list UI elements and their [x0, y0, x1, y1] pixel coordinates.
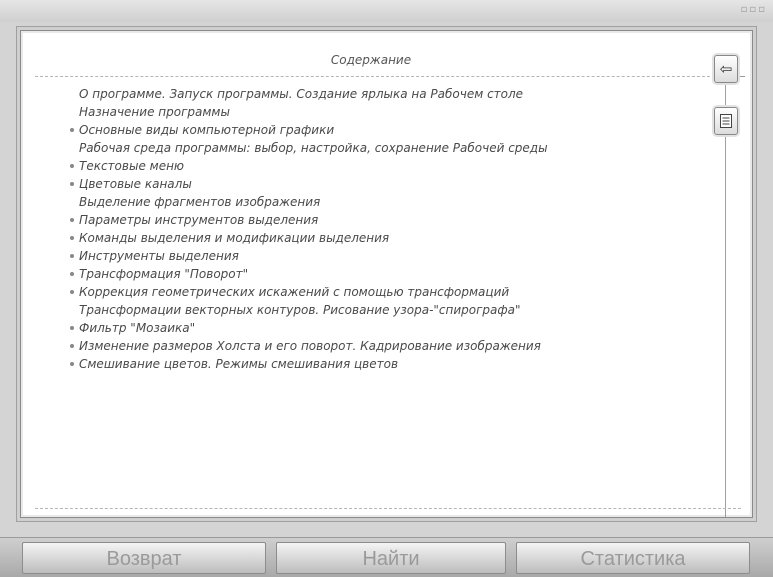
statistics-button[interactable]: Статистика	[516, 542, 750, 574]
back-arrow-button[interactable]: ⇦	[714, 55, 738, 83]
toc-item[interactable]: Основные виды компьютерной графики	[70, 121, 719, 139]
toc-item[interactable]: Смешивание цветов. Режимы смешивания цве…	[70, 355, 719, 373]
window-top-bar: ▫▫▫	[0, 0, 773, 22]
toc-item[interactable]: Цветовые каналы	[70, 175, 719, 193]
top-divider	[35, 76, 725, 77]
navigation-bar: Возврат Найти Статистика	[0, 537, 773, 577]
find-button[interactable]: Найти	[276, 542, 506, 574]
contents-list: О программе. Запуск программы. Создание …	[70, 85, 719, 373]
toc-item[interactable]: Выделение фрагментов изображения	[79, 193, 719, 211]
toc-item[interactable]: Трансформации векторных контуров. Рисова…	[79, 301, 719, 319]
toc-item[interactable]: Назначение программы	[79, 103, 719, 121]
page-title: Содержание	[330, 53, 412, 67]
bottom-divider	[35, 508, 741, 509]
document-list-icon	[720, 114, 732, 128]
contents-panel: Содержание ⇦ О программе. Запуск програм…	[20, 30, 753, 518]
toc-item[interactable]: Коррекция геометрических искажений с пом…	[70, 283, 719, 301]
toc-item[interactable]: Трансформация "Поворот"	[70, 265, 719, 283]
toc-item[interactable]: Фильтр "Мозаика"	[70, 319, 719, 337]
toc-item[interactable]: Рабочая среда программы: выбор, настройк…	[79, 139, 719, 157]
toc-item[interactable]: О программе. Запуск программы. Создание …	[79, 85, 719, 103]
toc-item[interactable]: Текстовые меню	[70, 157, 719, 175]
window-controls-icon[interactable]: ▫▫▫	[741, 4, 767, 15]
arrow-left-icon: ⇦	[719, 60, 733, 78]
toc-item[interactable]: Изменение размеров Холста и его поворот.…	[70, 337, 719, 355]
toc-item[interactable]: Инструменты выделения	[70, 247, 719, 265]
back-button[interactable]: Возврат	[22, 542, 266, 574]
toc-item[interactable]: Команды выделения и модификации выделени…	[70, 229, 719, 247]
toc-item[interactable]: Параметры инструментов выделения	[70, 211, 719, 229]
